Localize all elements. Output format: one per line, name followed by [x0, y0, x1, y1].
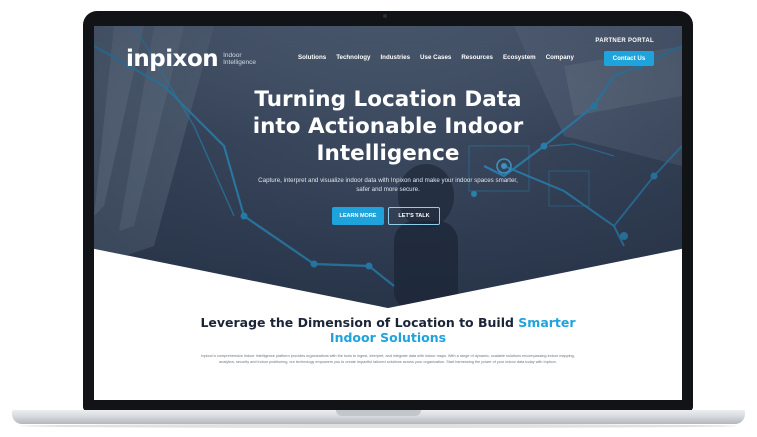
nav-item-company[interactable]: Company	[546, 54, 574, 61]
hero-title-line-1: Turning Location Data	[254, 87, 522, 112]
section-title-plain: Leverage the Dimension of Location to Bu…	[200, 315, 519, 330]
laptop-notch	[336, 410, 421, 416]
learn-more-button[interactable]: LEARN MORE	[332, 207, 384, 225]
nav-item-ecosystem[interactable]: Ecosystem	[503, 54, 536, 61]
nav-item-use-cases[interactable]: Use Cases	[420, 54, 451, 61]
hero-section: inpixon Indoor Intelligence PARTNER PORT…	[94, 26, 682, 308]
hero-title-line-2: into Actionable Indoor	[252, 114, 524, 139]
nav-item-industries[interactable]: Industries	[380, 54, 410, 61]
laptop-mockup: inpixon Indoor Intelligence PARTNER PORT…	[0, 0, 757, 437]
section-body-text: Inpixon's comprehensive Indoor Intellige…	[201, 354, 575, 364]
logo-wordmark: inpixon	[126, 46, 219, 72]
nav-item-resources[interactable]: Resources	[461, 54, 493, 61]
main-navigation: Solutions Technology Industries Use Case…	[298, 54, 574, 61]
logo-tagline: Indoor Intelligence	[223, 52, 257, 66]
hero-title-line-3: Intelligence	[316, 141, 460, 166]
brand-logo[interactable]: inpixon Indoor Intelligence	[126, 46, 263, 72]
nav-item-technology[interactable]: Technology	[336, 54, 370, 61]
camera-icon	[383, 14, 387, 18]
section-title: Leverage the Dimension of Location to Bu…	[198, 315, 578, 345]
hero-subtitle: Capture, interpret and visualize indoor …	[258, 177, 518, 193]
partner-portal-link[interactable]: PARTNER PORTAL	[595, 38, 654, 44]
nav-item-solutions[interactable]: Solutions	[298, 54, 326, 61]
laptop-shadow	[20, 424, 737, 428]
contact-us-button[interactable]: Contact Us	[604, 51, 654, 66]
hero-title: Turning Location Data into Actionable In…	[208, 86, 568, 167]
laptop-screen: inpixon Indoor Intelligence PARTNER PORT…	[94, 26, 682, 400]
lets-talk-button[interactable]: LET'S TALK	[388, 207, 440, 225]
